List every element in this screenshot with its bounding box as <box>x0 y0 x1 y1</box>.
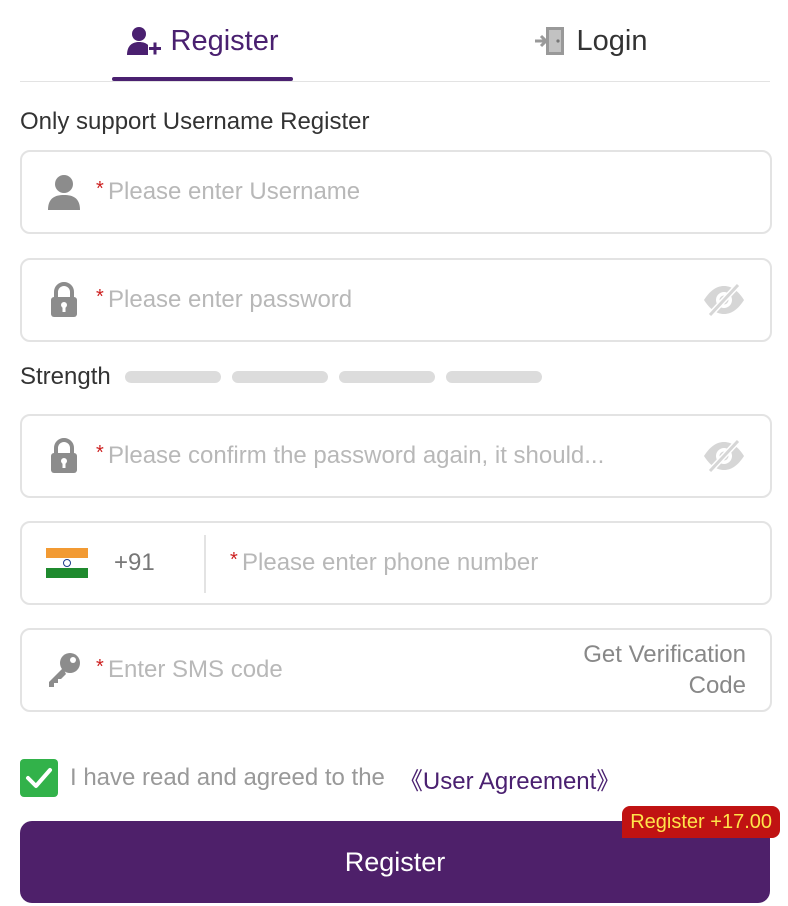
eye-off-icon[interactable] <box>702 283 746 317</box>
required-mark: * <box>96 286 104 308</box>
password-input[interactable]: Please enter password <box>108 286 352 314</box>
phone-input[interactable]: Please enter phone number <box>242 549 538 577</box>
user-icon <box>44 172 84 212</box>
active-tab-indicator <box>112 77 293 81</box>
tab-login-label: Login <box>576 24 648 57</box>
user-agreement-link[interactable]: 《User Agreement》 <box>399 761 620 796</box>
required-mark: * <box>96 178 104 200</box>
sms-code-field[interactable]: * Enter SMS code Get Verification Code <box>20 628 772 712</box>
eye-off-icon[interactable] <box>702 439 746 473</box>
auth-tabs: Register Login <box>20 0 770 82</box>
strength-segment <box>231 371 328 383</box>
divider <box>204 535 206 593</box>
india-flag-icon[interactable] <box>46 548 88 578</box>
agreement-text: I have read and agreed to the <box>70 764 385 791</box>
username-input[interactable]: Please enter Username <box>108 178 360 206</box>
strength-segment <box>445 371 542 383</box>
confirm-password-field[interactable]: * Please confirm the password again, it … <box>20 414 772 498</box>
door-enter-icon <box>533 24 567 58</box>
get-code-line2: Code <box>688 672 746 699</box>
lock-icon <box>44 280 84 320</box>
check-icon <box>26 768 52 788</box>
register-bonus-badge: Register +17.00 <box>622 806 780 838</box>
required-mark: * <box>96 656 104 678</box>
password-field[interactable]: * Please enter password <box>20 258 772 342</box>
tab-register[interactable]: Register <box>112 0 293 82</box>
username-field[interactable]: * Please enter Username <box>20 150 772 234</box>
lock-icon <box>44 436 84 476</box>
phone-field[interactable]: +91 * Please enter phone number <box>20 521 772 605</box>
strength-label: Strength <box>20 363 111 390</box>
sms-code-input[interactable]: Enter SMS code <box>108 656 283 684</box>
tab-login[interactable]: Login <box>490 0 690 82</box>
password-strength: Strength <box>20 362 553 392</box>
confirm-password-input[interactable]: Please confirm the password again, it sh… <box>108 442 604 470</box>
register-button-label: Register <box>344 846 446 877</box>
tab-register-label: Register <box>170 24 279 57</box>
get-verification-code-button[interactable]: Get Verification Code <box>583 639 746 701</box>
required-mark: * <box>96 442 104 464</box>
country-code[interactable]: +91 <box>114 549 155 577</box>
user-add-icon <box>126 26 161 56</box>
key-icon <box>44 650 84 690</box>
strength-segment <box>338 371 435 383</box>
required-mark: * <box>230 549 238 571</box>
strength-segment <box>124 371 221 383</box>
register-notice: Only support Username Register <box>20 108 370 135</box>
agreement-row: I have read and agreed to the 《User Agre… <box>20 758 620 798</box>
get-code-line1: Get Verification <box>583 641 746 668</box>
agreement-checkbox[interactable] <box>20 759 58 797</box>
